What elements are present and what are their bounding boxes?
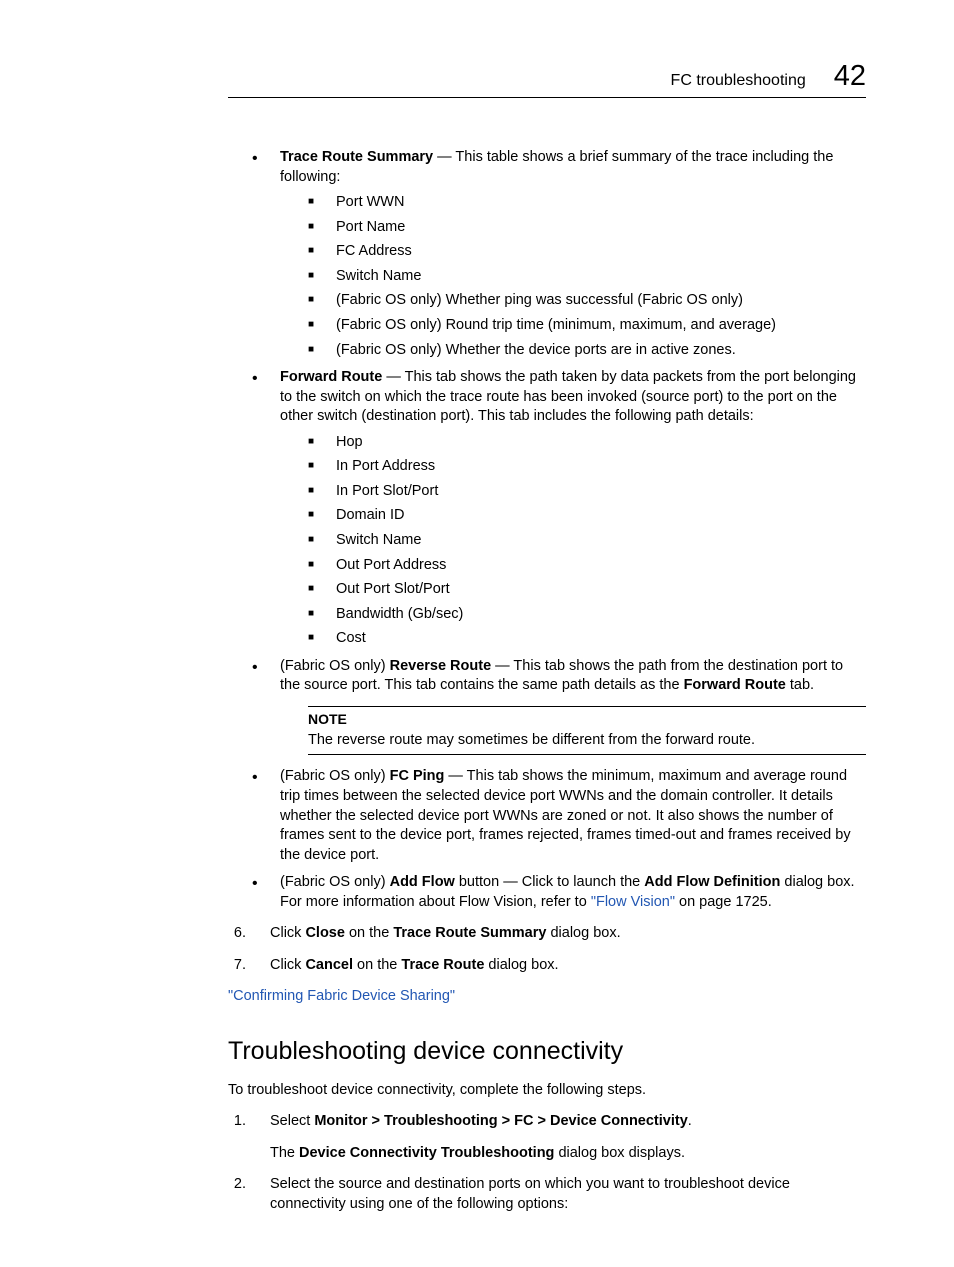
t: dialog box. <box>484 957 558 973</box>
t: dialog box. <box>546 925 620 941</box>
b: Trace Route Summary <box>393 925 546 941</box>
bullet-fc-ping: (Fabric OS only) FC Ping — This tab show… <box>252 767 866 865</box>
t: . <box>688 1113 692 1129</box>
t: on the <box>345 925 393 941</box>
t: Select <box>270 1113 314 1129</box>
sq-item: Domain ID <box>308 506 866 526</box>
t1: button — Click to launch the <box>455 874 644 890</box>
sq-item: Switch Name <box>308 531 866 551</box>
header-title: FC troubleshooting <box>671 72 806 90</box>
page-content: Trace Route Summary — This table shows a… <box>228 148 866 1215</box>
note-text: The reverse route may sometimes be diffe… <box>308 731 866 751</box>
sq-item: Out Port Address <box>308 556 866 576</box>
flow-vision-link[interactable]: "Flow Vision" <box>591 894 675 910</box>
t: The <box>270 1145 299 1161</box>
step-6: Click Close on the Trace Route Summary d… <box>250 924 866 944</box>
sq-item: In Port Address <box>308 457 866 477</box>
chapter-number: 42 <box>834 60 866 93</box>
label: Add Flow <box>390 874 455 890</box>
b: Close <box>305 925 345 941</box>
section-intro: To troubleshoot device connectivity, com… <box>228 1081 866 1101</box>
step-2: Select the source and destination ports … <box>250 1175 866 1214</box>
confirming-fabric-link[interactable]: "Confirming Fabric Device Sharing" <box>228 988 455 1004</box>
b: Device Connectivity Troubleshooting <box>299 1145 554 1161</box>
sq-item: Port Name <box>308 218 866 238</box>
t: on the <box>353 957 401 973</box>
b: Monitor > Troubleshooting > FC > Device … <box>314 1113 687 1129</box>
label2: Forward Route <box>684 677 786 693</box>
b: Cancel <box>305 957 353 973</box>
b: Trace Route <box>401 957 484 973</box>
section-heading: Troubleshooting device connectivity <box>228 1035 866 1069</box>
sq-item: (Fabric OS only) Whether the device port… <box>308 341 866 361</box>
sq-item: Port WWN <box>308 193 866 213</box>
note-block: NOTE The reverse route may sometimes be … <box>308 706 866 755</box>
page-header: FC troubleshooting 42 <box>228 60 866 98</box>
t: Click <box>270 957 305 973</box>
label: Reverse Route <box>390 658 492 674</box>
bullet-trace-route-summary: Trace Route Summary — This table shows a… <box>252 148 866 360</box>
sq-item: Bandwidth (Gb/sec) <box>308 605 866 625</box>
sq-item: Out Port Slot/Port <box>308 580 866 600</box>
t3: on page 1725. <box>675 894 772 910</box>
sq-item: Cost <box>308 629 866 649</box>
sq-item: (Fabric OS only) Whether ping was succes… <box>308 291 866 311</box>
sq-item: Switch Name <box>308 267 866 287</box>
sq-item: (Fabric OS only) Round trip time (minimu… <box>308 316 866 336</box>
note-label: NOTE <box>308 710 866 729</box>
sq-item: FC Address <box>308 242 866 262</box>
bullet-add-flow: (Fabric OS only) Add Flow button — Click… <box>252 873 866 912</box>
step-1: Select Monitor > Troubleshooting > FC > … <box>250 1112 866 1163</box>
prefix: (Fabric OS only) <box>280 874 390 890</box>
prefix: (Fabric OS only) <box>280 658 390 674</box>
label: Forward Route <box>280 369 382 385</box>
bullet-forward-route: Forward Route — This tab shows the path … <box>252 368 866 649</box>
prefix: (Fabric OS only) <box>280 768 390 784</box>
sq-item: In Port Slot/Port <box>308 482 866 502</box>
t: dialog box displays. <box>554 1145 685 1161</box>
label: Trace Route Summary <box>280 149 433 165</box>
bullet-reverse-route: (Fabric OS only) Reverse Route — This ta… <box>252 657 866 756</box>
label: FC Ping <box>390 768 445 784</box>
text2: tab. <box>786 677 814 693</box>
step-7: Click Cancel on the Trace Route dialog b… <box>250 956 866 976</box>
label2: Add Flow Definition <box>644 874 780 890</box>
t: Click <box>270 925 305 941</box>
sq-item: Hop <box>308 433 866 453</box>
